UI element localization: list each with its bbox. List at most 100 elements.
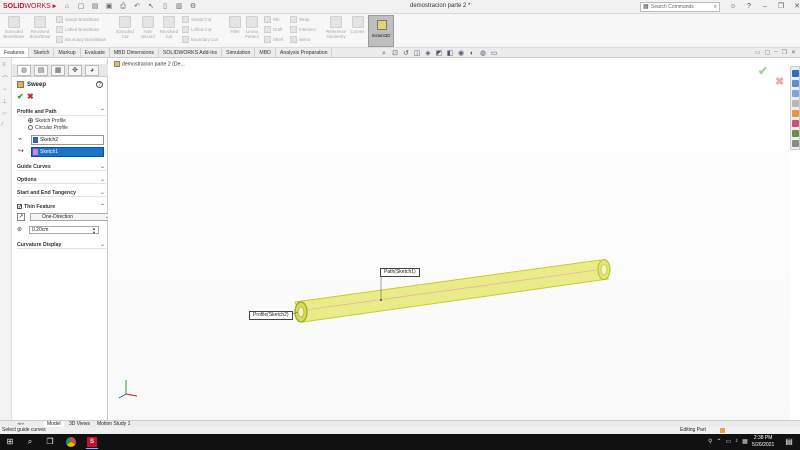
windows-start-icon[interactable]: ⊞ bbox=[5, 437, 15, 447]
custom-properties-icon[interactable] bbox=[792, 120, 799, 127]
rebuild-status-icon[interactable] bbox=[720, 428, 725, 433]
tab-mbd[interactable]: MBD bbox=[255, 48, 276, 57]
feature-tree-icon[interactable]: ≡ bbox=[2, 62, 10, 70]
revolved-cut-button[interactable]: Revolved Cut bbox=[158, 16, 180, 39]
network-icon[interactable]: ▭ bbox=[725, 438, 731, 445]
sketch-tool-icon[interactable]: ⌒ bbox=[2, 74, 10, 83]
circular-profile-radio[interactable]: Circular Profile bbox=[28, 125, 68, 131]
minimize-doc-icon[interactable]: – bbox=[774, 49, 777, 56]
open-icon[interactable]: ▤ bbox=[90, 2, 100, 11]
zoom-to-area-icon[interactable]: ⊡ bbox=[391, 50, 399, 58]
confirm-corner-ok-icon[interactable]: ✔ bbox=[758, 64, 768, 78]
user-icon[interactable]: ☺ bbox=[728, 2, 738, 12]
restore-button[interactable]: ❐ bbox=[776, 2, 786, 12]
ok-button[interactable]: ✔ bbox=[17, 92, 24, 101]
profile-selection-box[interactable]: Sketch2 bbox=[31, 135, 104, 145]
reference-geometry-button[interactable]: Reference Geometry bbox=[324, 16, 348, 39]
linear-pattern-button[interactable]: Linear Pattern bbox=[243, 16, 261, 39]
sweep-tube[interactable] bbox=[294, 259, 611, 323]
swept-boss-button[interactable]: Swept Boss/Base bbox=[56, 16, 99, 26]
tab-analysis-preparation[interactable]: Analysis Preparation bbox=[276, 48, 333, 57]
mirror-button[interactable]: Mirror bbox=[290, 36, 310, 46]
lofted-boss-button[interactable]: Lofted Boss/Base bbox=[56, 26, 99, 36]
extruded-boss-button[interactable]: Extruded Boss/Base bbox=[2, 16, 26, 39]
tray-expand-icon[interactable]: ⌃ bbox=[716, 438, 721, 445]
path-selection-box[interactable]: Sketch1 bbox=[31, 147, 104, 157]
revolved-boss-button[interactable]: Revolved Boss/Base bbox=[28, 16, 52, 39]
configuration-manager-tab[interactable]: ▦ bbox=[51, 65, 65, 76]
display-style-icon[interactable]: ◧ bbox=[446, 50, 454, 58]
close-button[interactable]: ✕ bbox=[792, 2, 800, 12]
minimize-button[interactable]: – bbox=[760, 2, 770, 12]
section-options[interactable]: Options ⌄ bbox=[17, 176, 106, 184]
tab-sketch[interactable]: Sketch bbox=[29, 48, 55, 57]
select-icon[interactable]: ↖ bbox=[146, 2, 156, 11]
undo-icon[interactable]: ↶ bbox=[132, 2, 142, 11]
graphics-area[interactable]: demostracion parte 2 (De... Path(Sketch1… bbox=[108, 58, 790, 420]
task-view-icon[interactable]: ❐ bbox=[45, 437, 55, 447]
chrome-icon[interactable] bbox=[66, 437, 76, 447]
tab-solidworks-addins[interactable]: SOLIDWORKS Add-Ins bbox=[159, 48, 223, 57]
previous-view-icon[interactable]: ↺ bbox=[402, 50, 410, 58]
dynamic-annotation-icon[interactable]: ◈ bbox=[424, 50, 432, 58]
instant3d-button[interactable]: Instant3D bbox=[368, 15, 394, 47]
rebuild-icon[interactable]: ▯ bbox=[160, 2, 170, 11]
help-icon[interactable]: ? bbox=[744, 2, 754, 12]
design-library-icon[interactable] bbox=[792, 80, 799, 87]
solidworks-resources-icon[interactable] bbox=[792, 70, 799, 77]
hole-wizard-button[interactable]: Hole Wizard bbox=[138, 16, 158, 39]
shell-button[interactable]: Shell bbox=[264, 36, 283, 46]
dimension-icon[interactable]: ↔ bbox=[2, 86, 10, 94]
close-doc-icon[interactable]: ✕ bbox=[791, 49, 796, 56]
view-settings-icon[interactable]: ▭ bbox=[490, 50, 498, 58]
rib-button[interactable]: Rib bbox=[264, 16, 280, 26]
section-curvature-display[interactable]: Curvature Display ⌄ bbox=[17, 241, 106, 249]
thin-feature-checkbox[interactable]: ✓ Thin Feature bbox=[17, 204, 55, 211]
options-gear-icon[interactable]: ⚙ bbox=[188, 2, 198, 11]
spinner-icon[interactable]: ▲ ▼ bbox=[92, 227, 96, 235]
dimxpert-manager-tab[interactable]: ✥ bbox=[68, 65, 82, 76]
property-manager-tab[interactable]: ▤ bbox=[34, 65, 48, 76]
feature-manager-tab[interactable]: ◍ bbox=[17, 65, 31, 76]
profile-callout[interactable]: Profile(Sketch2) bbox=[249, 311, 293, 320]
toolbox-icon[interactable] bbox=[792, 140, 799, 147]
appearances-icon[interactable] bbox=[792, 110, 799, 117]
boundary-cut-button[interactable]: Boundary Cut bbox=[182, 36, 218, 46]
save-icon[interactable]: ▣ bbox=[104, 2, 114, 11]
tab-evaluate[interactable]: Evaluate bbox=[81, 48, 110, 57]
wrap-button[interactable]: Wrap bbox=[290, 16, 309, 26]
file-properties-icon[interactable]: ▥ bbox=[174, 2, 184, 11]
plane-icon[interactable]: ▱ bbox=[2, 110, 10, 118]
extruded-cut-button[interactable]: Extruded Cut bbox=[114, 16, 136, 39]
home-icon[interactable]: ⌂ bbox=[62, 2, 72, 11]
view-orientation-icon[interactable]: ◩ bbox=[435, 50, 443, 58]
view-palette-icon[interactable] bbox=[792, 100, 799, 107]
reverse-direction-icon[interactable]: ↗ bbox=[17, 213, 25, 221]
search-commands-input[interactable]: ▦ Search Commands ⌕ bbox=[640, 2, 720, 12]
tab-simulation[interactable]: Simulation bbox=[222, 48, 256, 57]
path-callout[interactable]: Path(Sketch1) bbox=[380, 268, 420, 277]
boundary-boss-button[interactable]: Boundary Boss/Base bbox=[56, 36, 106, 46]
draft-button[interactable]: Draft bbox=[264, 26, 283, 36]
section-profile-and-path[interactable]: Profile and Path ⌃ bbox=[17, 108, 106, 116]
taskbar-clock[interactable]: 2:38 PM 5/26/2021 bbox=[752, 435, 774, 449]
solidworks-logo[interactable]: SOLIDWORKS ▸ bbox=[3, 2, 56, 10]
search-icon[interactable]: ⌕ bbox=[714, 3, 717, 11]
apply-scene-icon[interactable]: ◍ bbox=[479, 50, 487, 58]
thin-type-dropdown[interactable]: One-Direction ⌄ bbox=[30, 213, 112, 221]
section-guide-curves[interactable]: Guide Curves ⌄ bbox=[17, 163, 106, 171]
new-document-icon[interactable]: ▢ bbox=[76, 2, 86, 11]
edit-appearance-icon[interactable]: ◐ bbox=[468, 50, 476, 58]
confirm-corner-cancel-icon[interactable]: ✖ bbox=[775, 75, 784, 88]
tab-markup[interactable]: Markup bbox=[54, 48, 81, 57]
section-view-icon[interactable]: ◫ bbox=[413, 50, 421, 58]
sketch-profile-radio[interactable]: Sketch Profile bbox=[28, 118, 66, 124]
tab-features[interactable]: Features bbox=[0, 48, 30, 57]
section-start-end-tangency[interactable]: Start and End Tangency ⌄ bbox=[17, 189, 106, 197]
keyboard-icon[interactable]: ▦ bbox=[742, 438, 748, 445]
cancel-button[interactable]: ✖ bbox=[27, 92, 34, 101]
thickness-input[interactable]: 0.20cm ▲ ▼ bbox=[29, 226, 99, 234]
notifications-icon[interactable]: ▤ bbox=[784, 437, 794, 447]
tile-icon[interactable]: ▭ bbox=[755, 49, 761, 56]
relation-icon[interactable]: ⊥ bbox=[2, 98, 10, 106]
